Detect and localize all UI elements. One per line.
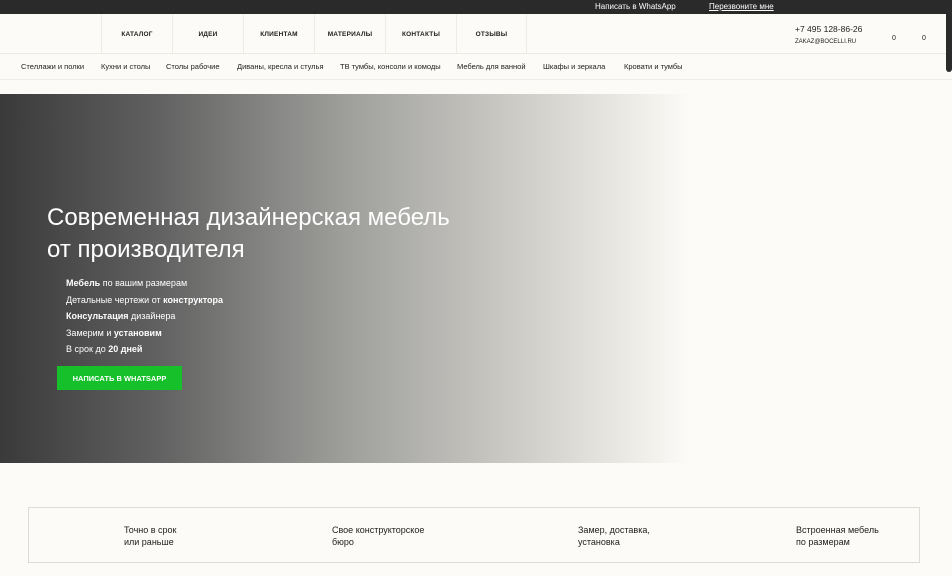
favorites-counter[interactable]: 0: [892, 35, 896, 42]
whatsapp-link[interactable]: Написать в WhatsApp: [595, 2, 676, 11]
whatsapp-cta-button[interactable]: НАПИСАТЬ В WHATSAPP: [57, 366, 182, 390]
feature-text: дизайнера: [128, 311, 176, 321]
advantage-item: Замер, доставка, установка: [578, 525, 650, 547]
category-tv-stands[interactable]: ТВ тумбы, консоли и комоды: [340, 62, 441, 71]
category-shelves[interactable]: Стеллажи и полки: [21, 62, 84, 71]
scrollbar-thumb[interactable]: [946, 0, 952, 72]
nav-item-materials[interactable]: МАТЕРИАЛЫ: [314, 14, 385, 54]
phone-link[interactable]: +7 495 128-86-26: [795, 24, 862, 34]
advantages-card: Точно в срок или раньше Свое конструктор…: [28, 507, 920, 563]
main-nav: КАТАЛОГ ИДЕИ КЛИЕНТАМ МАТЕРИАЛЫ КОНТАКТЫ…: [0, 14, 952, 54]
feature-text: В срок до: [66, 344, 109, 354]
category-wardrobes[interactable]: Шкафы и зеркала: [543, 62, 605, 71]
hero-title: Современная дизайнерская мебель от произ…: [47, 204, 450, 263]
hero-feature: Детальные чертежи от конструктора: [66, 295, 223, 305]
feature-text: по вашим размерам: [100, 278, 188, 288]
top-bar: Написать в WhatsApp Перезвоните мне: [0, 0, 952, 14]
feature-bold: Консультация: [66, 311, 129, 321]
callback-link[interactable]: Перезвоните мне: [709, 2, 774, 11]
hero-feature: Мебель по вашим размерам: [66, 278, 187, 288]
advantage-item: Свое конструкторское бюро: [332, 525, 425, 547]
category-sofas[interactable]: Диваны, кресла и стулья: [237, 62, 324, 71]
feature-bold: установим: [113, 328, 162, 338]
feature-bold: 20 дней: [108, 344, 143, 354]
category-desks[interactable]: Столы рабочие: [166, 62, 220, 71]
hero-feature: Замерим и установим: [66, 328, 162, 338]
advantage-item: Встроенная мебель по размерам: [796, 525, 879, 547]
nav-item-catalog[interactable]: КАТАЛОГ: [101, 14, 172, 54]
category-kitchens[interactable]: Кухни и столы: [101, 62, 150, 71]
hero-banner: Современная дизайнерская мебель от произ…: [0, 94, 690, 463]
nav-item-clients[interactable]: КЛИЕНТАМ: [243, 14, 314, 54]
feature-bold: конструктора: [163, 295, 224, 305]
feature-text: Замерим и: [66, 328, 114, 338]
category-beds[interactable]: Кровати и тумбы: [624, 62, 683, 71]
hero-feature: Консультация дизайнера: [66, 311, 175, 321]
nav-item-contacts[interactable]: КОНТАКТЫ: [385, 14, 456, 54]
email-link[interactable]: ZAKAZ@BOCELLI.RU: [795, 39, 856, 45]
category-bathroom[interactable]: Мебель для ванной: [457, 62, 526, 71]
nav-item-reviews[interactable]: ОТЗЫВЫ: [456, 14, 527, 54]
hero-feature: В срок до 20 дней: [66, 344, 142, 354]
cart-counter[interactable]: 0: [922, 35, 926, 42]
nav-item-ideas[interactable]: ИДЕИ: [172, 14, 243, 54]
feature-text: Детальные чертежи от: [66, 295, 164, 305]
category-nav: Стеллажи и полки Кухни и столы Столы раб…: [0, 54, 952, 80]
advantage-item: Точно в срок или раньше: [124, 525, 177, 547]
feature-bold: Мебель: [66, 278, 101, 288]
